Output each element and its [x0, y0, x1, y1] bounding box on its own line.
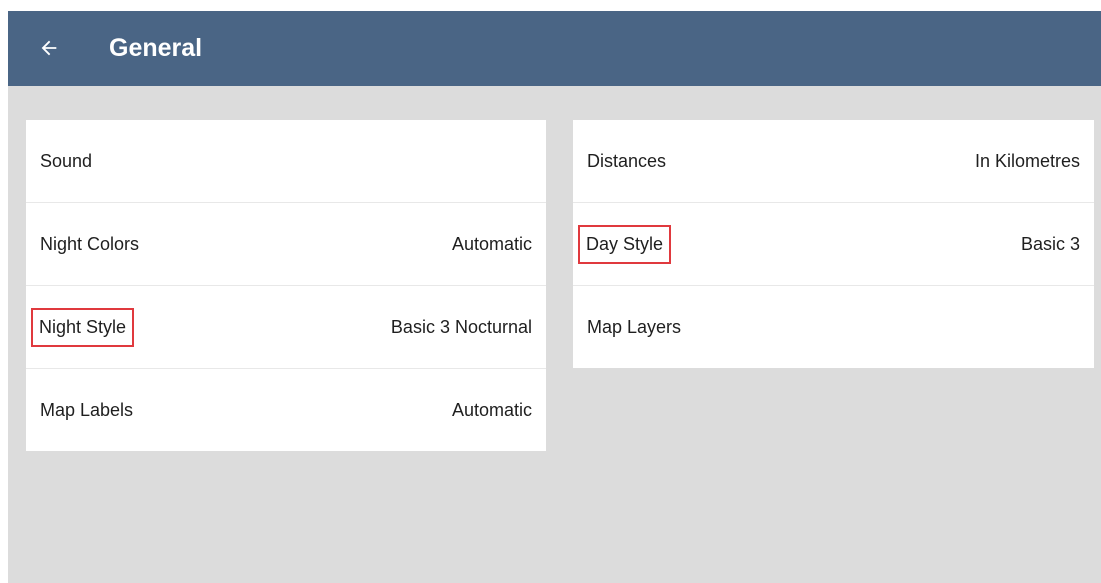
setting-row-map-layers[interactable]: Map Layers [573, 286, 1094, 369]
setting-label-map-labels: Map Labels [40, 400, 134, 420]
setting-row-sound[interactable]: Sound [26, 120, 546, 203]
setting-value-distances: In Kilometres [974, 150, 1080, 171]
setting-label-sound: Sound [40, 150, 93, 171]
setting-label-night-style: Night Style [30, 307, 135, 347]
arrow-left-icon [41, 40, 57, 56]
settings-card-right: Distances In Kilometres Day Style Basic … [573, 120, 1094, 368]
setting-value-map-labels: Automatic [451, 400, 532, 420]
page-title: General [109, 34, 203, 62]
setting-row-distances[interactable]: Distances In Kilometres [573, 120, 1094, 203]
setting-value-night-style: Basic 3 Nocturnal [390, 316, 532, 337]
settings-screen: General Sound Night Colors Automatic Nig… [8, 11, 1101, 583]
setting-label-night-colors: Night Colors [40, 233, 140, 254]
back-button[interactable] [32, 31, 66, 65]
setting-label-map-layers: Map Layers [587, 317, 682, 337]
settings-card-left: Sound Night Colors Automatic Night Style… [26, 120, 546, 451]
setting-label-distances: Distances [587, 150, 667, 171]
app-bar: General [8, 11, 1101, 86]
setting-value-day-style: Basic 3 [1020, 233, 1080, 254]
setting-row-night-style[interactable]: Night Style Basic 3 Nocturnal [26, 286, 546, 369]
setting-row-night-colors[interactable]: Night Colors Automatic [26, 203, 546, 286]
setting-row-day-style[interactable]: Day Style Basic 3 [573, 203, 1094, 286]
setting-value-night-colors: Automatic [451, 233, 532, 254]
setting-row-map-labels[interactable]: Map Labels Automatic [26, 369, 546, 452]
setting-label-day-style: Day Style [577, 224, 672, 264]
